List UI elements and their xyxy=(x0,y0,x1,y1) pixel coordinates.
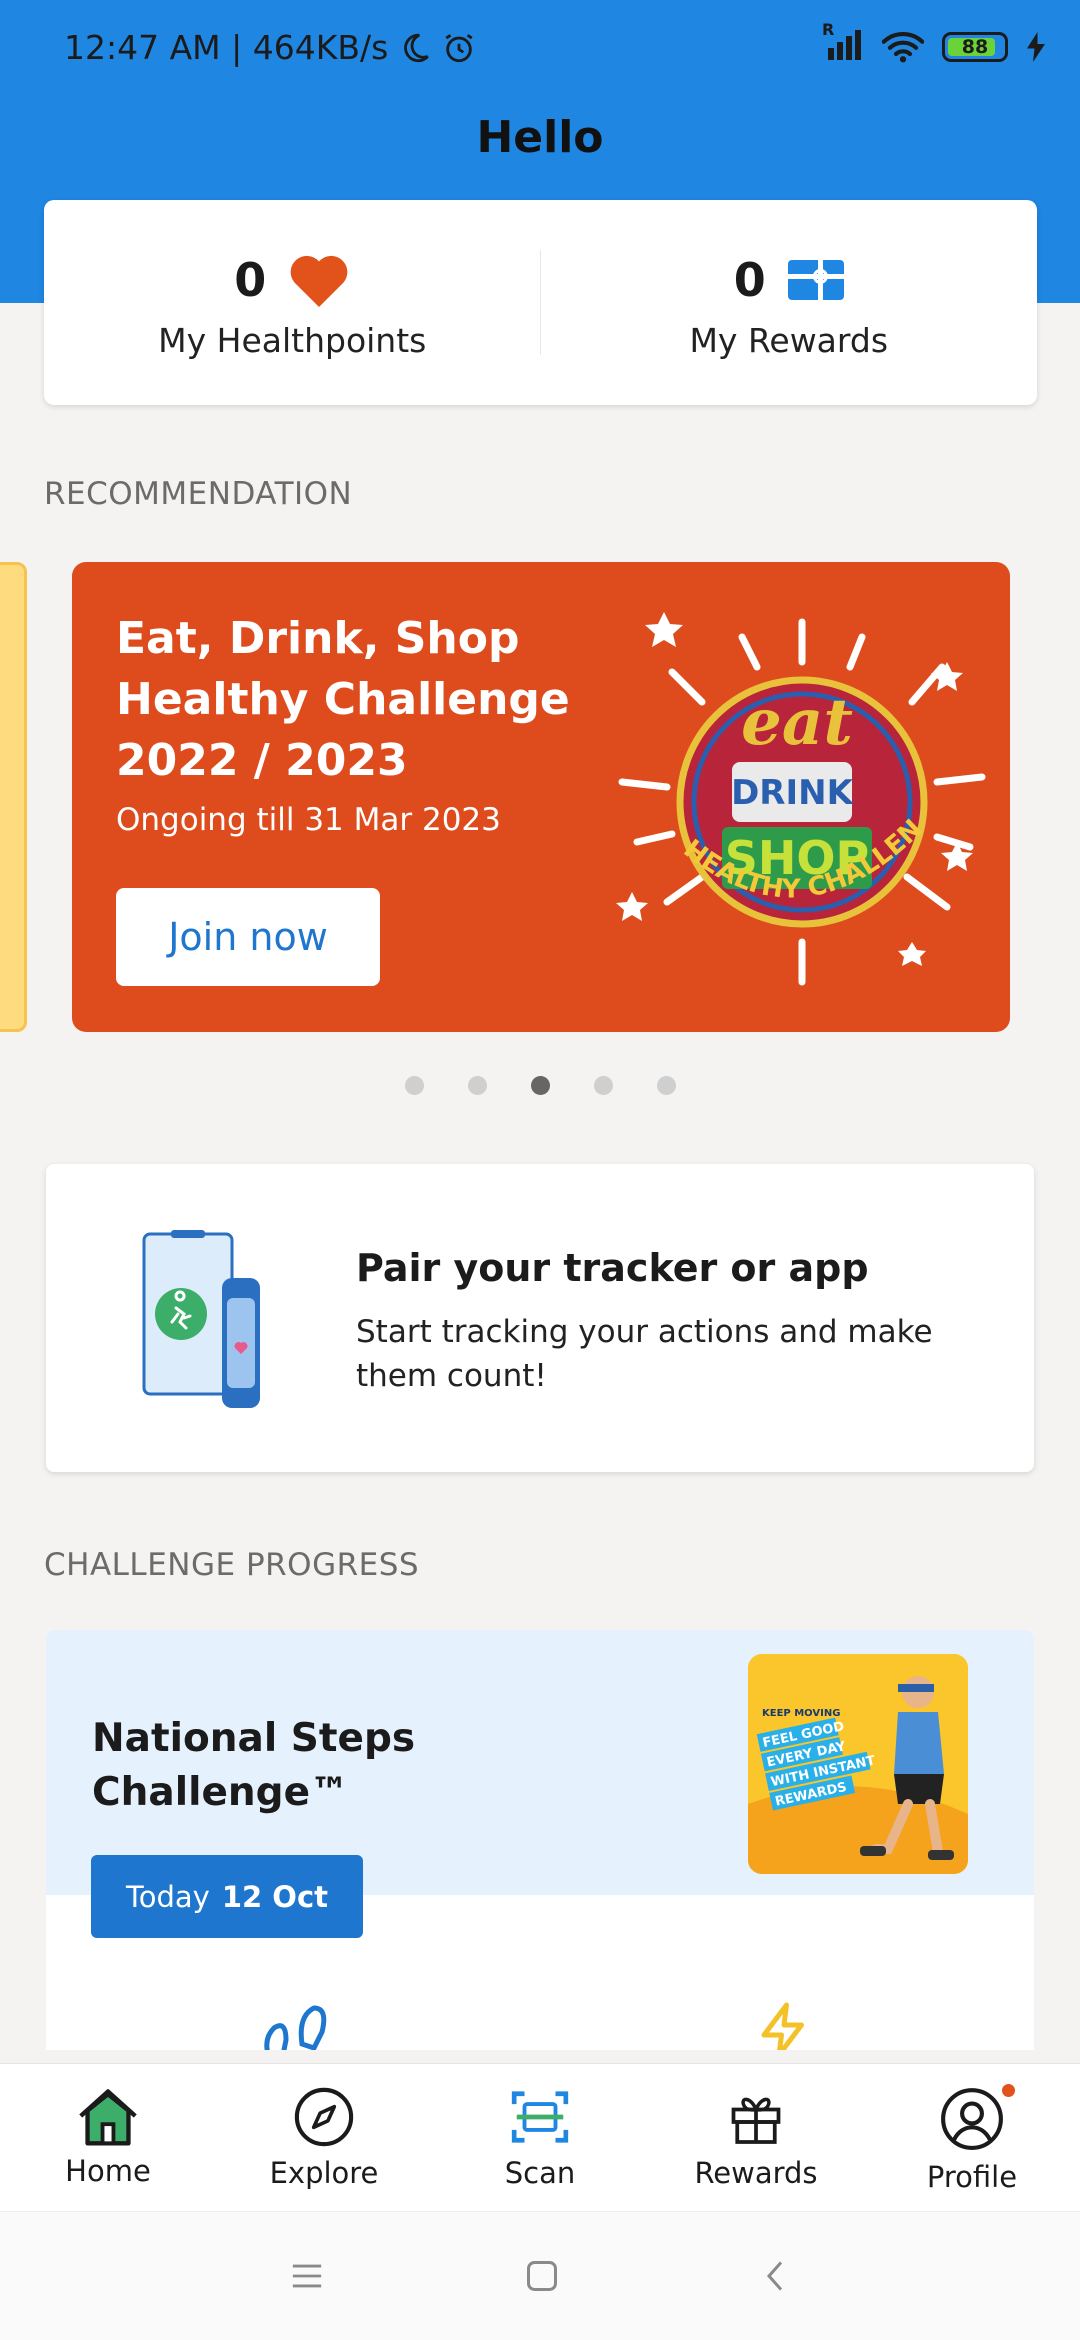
status-time: 12:47 AM | 464KB/s xyxy=(64,28,389,67)
phone-tracker-illustration xyxy=(142,1230,260,1408)
alarm-icon xyxy=(445,33,473,62)
healthpoints-summary[interactable]: 0 My Healthpoints xyxy=(44,200,541,405)
banner-text-keep-moving: KEEP MOVING xyxy=(762,1708,840,1719)
summary-card: 0 My Healthpoints 0 My Rewards xyxy=(44,200,1037,405)
promo-subtitle: Ongoing till 31 Mar 2023 xyxy=(116,802,501,838)
pair-tracker-card[interactable]: Pair your tracker or app Start tracking … xyxy=(46,1164,1034,1472)
gift-icon xyxy=(731,2097,781,2144)
battery-indicator: 88 xyxy=(942,32,1008,62)
promo-title: Eat, Drink, Shop Healthy Challenge 2022 … xyxy=(116,613,570,786)
home-icon xyxy=(79,2089,137,2146)
challenge-banner-image: KEEP MOVING FEEL GOOD EVERY DAY WITH INS… xyxy=(748,1654,968,1874)
pair-tracker-title: Pair your tracker or app xyxy=(356,1246,869,1290)
charging-icon xyxy=(1027,32,1045,62)
rewards-value: 0 xyxy=(733,253,766,307)
nav-profile-label: Profile xyxy=(926,2160,1018,2194)
recommendation-section-title: RECOMMENDATION xyxy=(44,476,353,512)
carousel-pagination xyxy=(0,1076,1080,1095)
status-time-group: 12:47 AM | 464KB/s xyxy=(64,28,476,67)
reward-card-icon xyxy=(787,260,844,300)
nav-rewards[interactable]: Rewards xyxy=(648,2064,864,2211)
wifi-icon xyxy=(882,31,924,63)
promo-card[interactable]: Eat, Drink, Shop Healthy Challenge 2022 … xyxy=(72,562,1010,1032)
nav-scan[interactable]: Scan xyxy=(432,2064,648,2211)
today-label: Today xyxy=(125,1879,210,1914)
nav-explore[interactable]: Explore xyxy=(216,2064,432,2211)
rewards-summary[interactable]: 0 My Rewards xyxy=(541,200,1038,405)
svg-text:eat: eat xyxy=(741,685,853,760)
join-now-button[interactable]: Join now xyxy=(116,888,380,986)
today-date-button[interactable]: Today 12 Oct xyxy=(91,1855,363,1938)
signal-icon: R xyxy=(822,20,864,64)
status-icons: R 88 xyxy=(822,20,1046,64)
scan-icon xyxy=(511,2091,569,2143)
carousel-dot[interactable] xyxy=(593,1076,613,1095)
carousel-previous-card[interactable] xyxy=(0,562,27,1032)
menu-icon[interactable] xyxy=(290,2261,324,2291)
carousel-dot[interactable] xyxy=(467,1076,487,1095)
carousel-dot-active[interactable] xyxy=(530,1076,550,1095)
page-title: Hello xyxy=(476,112,604,163)
nav-explore-label: Explore xyxy=(269,2156,379,2190)
system-navigation-bar xyxy=(0,2211,1080,2340)
carousel-dot[interactable] xyxy=(656,1076,676,1095)
pair-tracker-description: Start tracking your actions and make the… xyxy=(356,1314,933,1394)
eat-drink-shop-logo: eat DRINK SHOP HEALTHY CHALLENGE xyxy=(612,612,986,986)
carousel-dot[interactable] xyxy=(404,1076,424,1095)
nav-home-label: Home xyxy=(65,2154,151,2188)
profile-notification-dot xyxy=(1002,2084,1015,2097)
challenge-title: National Steps Challenge™ xyxy=(92,1716,416,1815)
footsteps-icon xyxy=(264,2005,327,2050)
signal-network-label: R xyxy=(822,20,835,39)
today-date: 12 Oct xyxy=(221,1879,329,1914)
svg-text:DRINK: DRINK xyxy=(731,773,855,813)
challenge-progress-section-title: CHALLENGE PROGRESS xyxy=(44,1547,420,1583)
rewards-label: My Rewards xyxy=(689,321,889,360)
lightning-icon xyxy=(761,2002,804,2050)
bottom-navigation: Home Explore Scan Rewards Profile xyxy=(0,2063,1080,2211)
nav-scan-label: Scan xyxy=(504,2156,576,2190)
status-bar: 12:47 AM | 464KB/s R 88 xyxy=(0,0,1080,100)
battery-level: 88 xyxy=(961,36,989,58)
challenge-card[interactable]: National Steps Challenge™ KEEP MOVING FE… xyxy=(46,1630,1034,2050)
nav-home[interactable]: Home xyxy=(0,2064,216,2211)
back-icon[interactable] xyxy=(760,2258,790,2294)
home-square-icon[interactable] xyxy=(524,2258,560,2294)
moon-icon xyxy=(404,33,430,62)
compass-icon xyxy=(294,2087,354,2147)
nav-rewards-label: Rewards xyxy=(694,2156,818,2190)
profile-icon xyxy=(941,2088,1003,2150)
healthpoints-label: My Healthpoints xyxy=(158,321,427,360)
nav-profile[interactable]: Profile xyxy=(864,2064,1080,2211)
healthpoints-value: 0 xyxy=(234,253,267,307)
heart-icon xyxy=(290,255,348,307)
